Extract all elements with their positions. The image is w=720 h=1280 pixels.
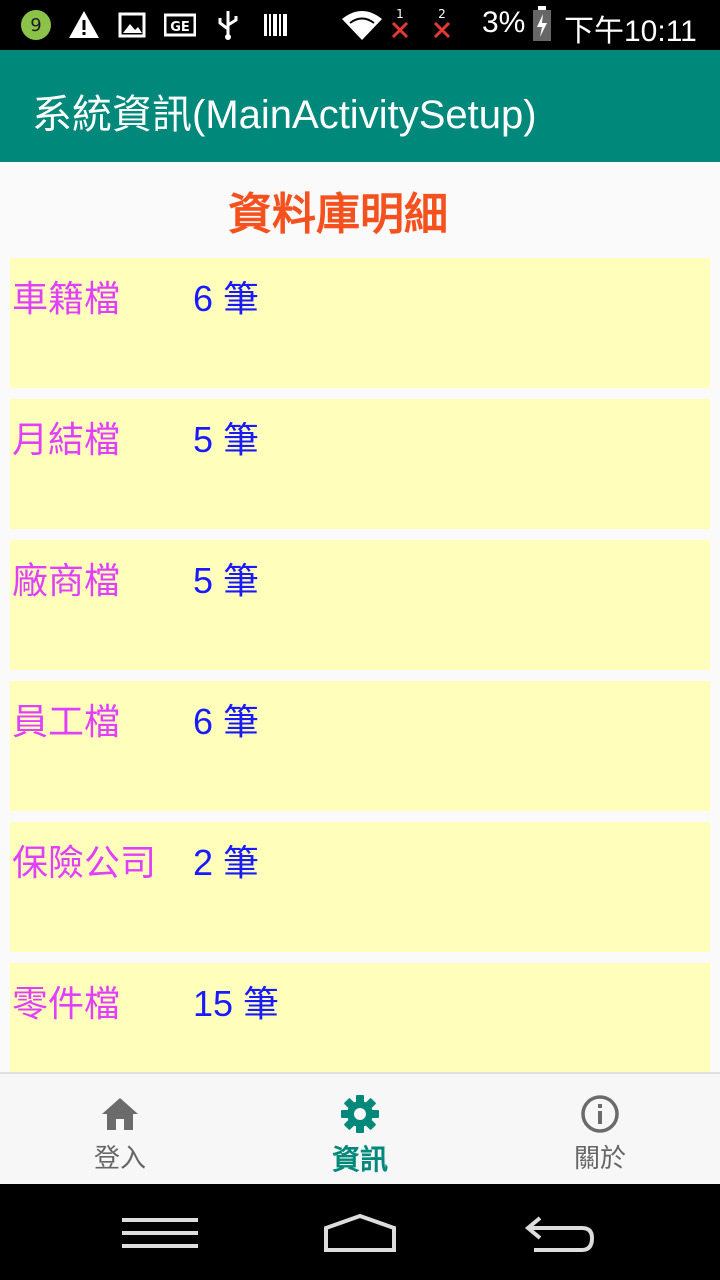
list-item[interactable]: 廠商檔 5 筆 xyxy=(10,540,710,670)
warning-icon xyxy=(68,9,100,41)
svg-text:GE: GE xyxy=(170,20,190,35)
barcode-icon xyxy=(262,9,290,41)
row-name: 月結檔 xyxy=(12,420,121,461)
nav-label: 登入 xyxy=(93,1144,146,1174)
sim2-label: 2 xyxy=(438,7,446,21)
list-item[interactable]: 車籍檔 6 筆 xyxy=(10,258,710,388)
ge-icon: GE xyxy=(164,9,196,41)
sim1-label: 1 xyxy=(396,7,404,21)
clock: 下午10:11 xyxy=(564,15,697,48)
back-icon[interactable] xyxy=(524,1214,596,1258)
badge-number: 9 xyxy=(30,15,41,36)
gear-icon xyxy=(340,1094,380,1134)
list-item[interactable]: 保險公司 2 筆 xyxy=(10,822,710,952)
bottom-navigation: 登入 資訊 關於 xyxy=(0,1072,720,1186)
signal-x-icon: 2 xyxy=(430,4,454,44)
row-name: 車籍檔 xyxy=(12,279,121,320)
nav-label: 關於 xyxy=(573,1144,626,1174)
battery-icon xyxy=(532,6,552,42)
image-icon xyxy=(118,9,146,41)
list-item[interactable]: 月結檔 5 筆 xyxy=(10,399,710,529)
row-name: 保險公司 xyxy=(12,843,157,884)
notification-badge-icon: 9 xyxy=(20,9,52,41)
row-name: 廠商檔 xyxy=(12,561,121,602)
content-area[interactable]: 資料庫明細 車籍檔 6 筆 月結檔 5 筆 廠商檔 5 筆 員工檔 6 筆 保險… xyxy=(0,162,720,1072)
menu-icon[interactable] xyxy=(122,1218,198,1254)
battery-percent: 3% xyxy=(482,6,526,39)
nav-item-about[interactable]: 關於 xyxy=(480,1074,720,1186)
section-title: 資料庫明細 xyxy=(228,189,448,240)
signal-x-icon: 1 xyxy=(388,4,412,44)
app-bar: 系統資訊(MainActivitySetup) xyxy=(0,50,720,162)
wifi-icon xyxy=(340,9,384,41)
info-icon xyxy=(580,1094,620,1134)
nav-item-login[interactable]: 登入 xyxy=(0,1074,240,1186)
row-count: 5 筆 xyxy=(193,560,260,601)
row-count: 6 筆 xyxy=(193,701,260,742)
list-item[interactable]: 員工檔 6 筆 xyxy=(10,681,710,811)
row-count: 15 筆 xyxy=(193,983,280,1024)
system-navigation-bar xyxy=(0,1184,720,1280)
status-bar: 9 GE 1 2 3% 下午10:11 xyxy=(0,0,720,50)
home-button-icon[interactable] xyxy=(322,1213,398,1258)
row-name: 員工檔 xyxy=(12,702,121,743)
row-count: 5 筆 xyxy=(193,419,260,460)
row-count: 2 筆 xyxy=(193,842,260,883)
nav-item-info[interactable]: 資訊 xyxy=(240,1074,480,1186)
usb-icon xyxy=(214,9,242,41)
app-title: 系統資訊(MainActivitySetup) xyxy=(32,93,537,137)
row-name: 零件檔 xyxy=(12,984,121,1025)
row-count: 6 筆 xyxy=(193,278,260,319)
home-icon xyxy=(100,1094,140,1134)
nav-label: 資訊 xyxy=(331,1143,388,1176)
list-item[interactable]: 零件檔 15 筆 xyxy=(10,963,710,1072)
